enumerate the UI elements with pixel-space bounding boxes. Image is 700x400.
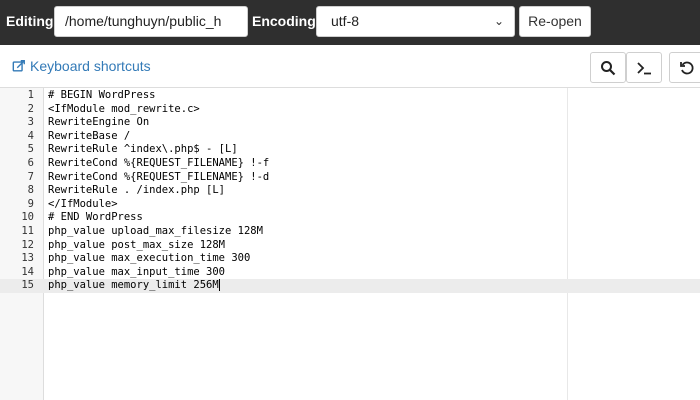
code-line[interactable]: 4 RewriteBase / [0,130,700,144]
code-text[interactable]: RewriteRule . /index.php [L] [48,184,225,198]
encoding-label: Encoding: [252,13,321,29]
line-number: 12 [21,238,34,251]
code-line[interactable]: 8 RewriteRule . /index.php [L] [0,184,700,198]
code-text[interactable]: php_value max_execution_time 300 [48,252,250,266]
code-line[interactable]: 10 # END WordPress [0,211,700,225]
code-line[interactable]: 5 RewriteRule ^index\.php$ - [L] [0,143,700,157]
code-line[interactable]: 1 # BEGIN WordPress [0,89,700,103]
search-icon [601,60,616,75]
code-text[interactable]: RewriteCond %{REQUEST_FILENAME} !-d [48,171,269,185]
code-text[interactable]: # END WordPress [48,211,143,225]
code-text[interactable]: php_value upload_max_filesize 128M [48,225,263,239]
code-lines[interactable]: 1 # BEGIN WordPress 2 <IfModule mod_rewrite… [0,89,700,293]
code-line[interactable]: 2 <IfModule mod_rewrite.c> [0,103,700,117]
code-text[interactable]: RewriteEngine On [48,116,149,130]
line-number: 2 [27,102,34,115]
code-text[interactable]: php_value post_max_size 128M [48,239,225,253]
keyboard-shortcuts-link[interactable]: Keyboard shortcuts [12,58,151,74]
encoding-value: utf-8 [331,13,360,29]
line-number: 15 [21,279,34,292]
keyboard-shortcuts-label: Keyboard shortcuts [30,58,151,74]
code-line[interactable]: 15 php_value memory_limit 256M [0,279,700,293]
code-line[interactable]: 13 php_value max_execution_time 300 [0,252,700,266]
code-text[interactable]: </IfModule> [48,198,118,212]
line-number: 4 [27,129,34,142]
reopen-button[interactable]: Re-open [519,6,591,37]
line-number: 1 [27,89,34,101]
external-edit-icon [12,60,25,72]
code-text[interactable]: RewriteCond %{REQUEST_FILENAME} !-f [48,157,269,171]
editor-header-bar: Editing: /home/tunghuyn/public_h Encodin… [0,0,700,45]
code-editor[interactable]: 1 # BEGIN WordPress 2 <IfModule mod_rewrite… [0,87,700,400]
code-text[interactable]: RewriteRule ^index\.php$ - [L] [48,143,238,157]
code-text[interactable]: RewriteBase / [48,130,130,144]
code-line[interactable]: 7 RewriteCond %{REQUEST_FILENAME} !-d [0,171,700,185]
line-number: 7 [27,170,34,183]
code-line[interactable]: 3 RewriteEngine On [0,116,700,130]
editing-label: Editing: [6,13,59,29]
line-number: 13 [21,252,34,265]
text-cursor [218,279,220,292]
line-number: 8 [27,184,34,197]
code-line[interactable]: 14 php_value max_input_time 300 [0,266,700,280]
undo-button[interactable] [669,52,700,83]
line-number: 9 [27,197,34,210]
line-number: 6 [27,156,34,169]
chevron-down-icon: ⌄ [493,14,504,28]
search-button[interactable] [590,52,626,83]
code-line[interactable]: 9 </IfModule> [0,198,700,212]
code-text[interactable]: php_value max_input_time 300 [48,266,225,280]
line-number: 5 [27,143,34,156]
encoding-select[interactable]: utf-8 ⌄ [316,6,515,37]
line-number: 14 [21,265,34,278]
code-line[interactable]: 11 php_value upload_max_filesize 128M [0,225,700,239]
code-text[interactable]: <IfModule mod_rewrite.c> [48,103,200,117]
editor-toolbar: Keyboard shortcuts [0,45,700,87]
line-number: 10 [21,211,34,224]
code-line[interactable]: 12 php_value post_max_size 128M [0,239,700,253]
terminal-icon [637,61,651,74]
undo-icon [680,61,694,74]
code-text[interactable]: php_value memory_limit 256M [48,279,220,293]
line-number: 11 [21,224,34,237]
code-line[interactable]: 6 RewriteCond %{REQUEST_FILENAME} !-f [0,157,700,171]
line-number: 3 [27,116,34,129]
terminal-button[interactable] [626,52,662,83]
code-text[interactable]: # BEGIN WordPress [48,89,155,103]
file-path-input[interactable]: /home/tunghuyn/public_h [54,6,248,37]
